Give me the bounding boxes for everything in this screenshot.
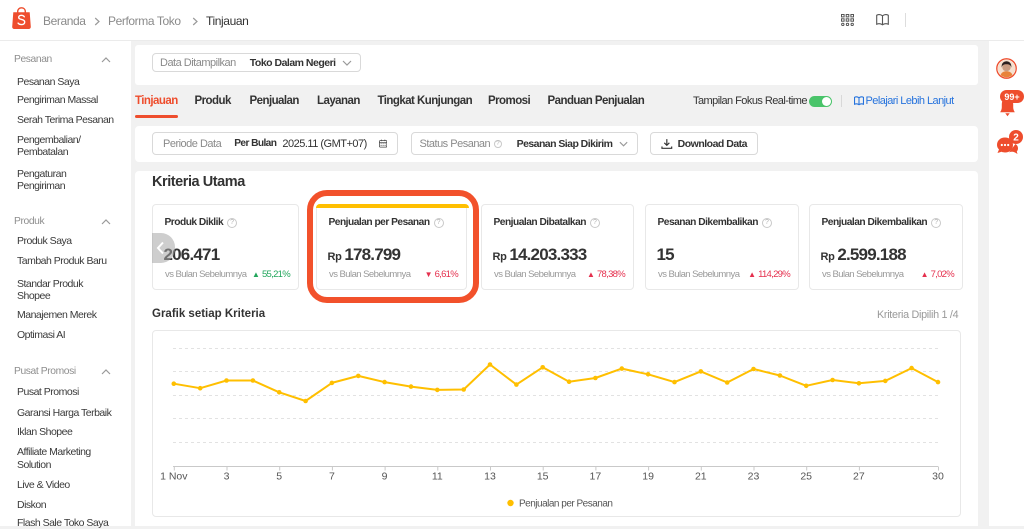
svg-text:3: 3: [224, 471, 230, 483]
svg-text:1 Nov: 1 Nov: [160, 471, 188, 483]
svg-text:17: 17: [590, 471, 602, 483]
svg-text:5: 5: [276, 471, 282, 483]
svg-text:7: 7: [329, 471, 335, 483]
svg-text:2: 2: [1013, 133, 1019, 144]
svg-text:9: 9: [382, 471, 388, 483]
svg-text:19: 19: [642, 471, 654, 483]
svg-text:23: 23: [748, 471, 760, 483]
svg-text:21: 21: [695, 471, 707, 483]
svg-text:Penjualan per Pesanan: Penjualan per Pesanan: [519, 499, 612, 510]
svg-text:30: 30: [932, 471, 944, 483]
svg-text:99+: 99+: [1004, 92, 1019, 102]
svg-text:13: 13: [484, 471, 496, 483]
svg-text:27: 27: [853, 471, 865, 483]
svg-text:25: 25: [800, 471, 812, 483]
svg-text:11: 11: [432, 471, 443, 483]
svg-text:15: 15: [537, 471, 549, 483]
